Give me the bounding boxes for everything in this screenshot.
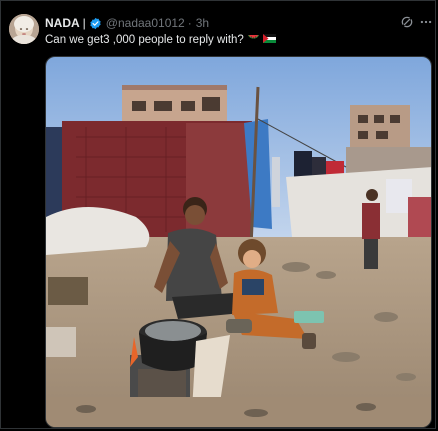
more-icon[interactable] xyxy=(419,15,433,29)
palestine-flag-emoji-icon xyxy=(262,34,276,46)
grok-icon[interactable] xyxy=(400,15,414,29)
timestamp[interactable]: 3h xyxy=(196,16,209,30)
verified-badge-icon xyxy=(89,17,102,30)
author-separator: | xyxy=(82,16,86,30)
tweet-card[interactable]: NADA | @nadaa01012 · 3h Can we get3 ,000… xyxy=(0,0,436,429)
tweet-header: NADA | @nadaa01012 · 3h xyxy=(45,15,209,31)
separator-dot: · xyxy=(187,16,192,30)
watermelon-emoji-icon xyxy=(247,33,260,47)
avatar[interactable] xyxy=(9,14,39,44)
author-name[interactable]: NADA xyxy=(45,16,80,30)
author-handle[interactable]: @nadaa01012 xyxy=(106,16,185,30)
tweet-text: Can we get3 ,000 people to reply with? xyxy=(45,33,276,47)
tweet-text-body: Can we get3 ,000 people to reply with? xyxy=(45,34,244,46)
tweet-photo[interactable] xyxy=(45,56,432,428)
